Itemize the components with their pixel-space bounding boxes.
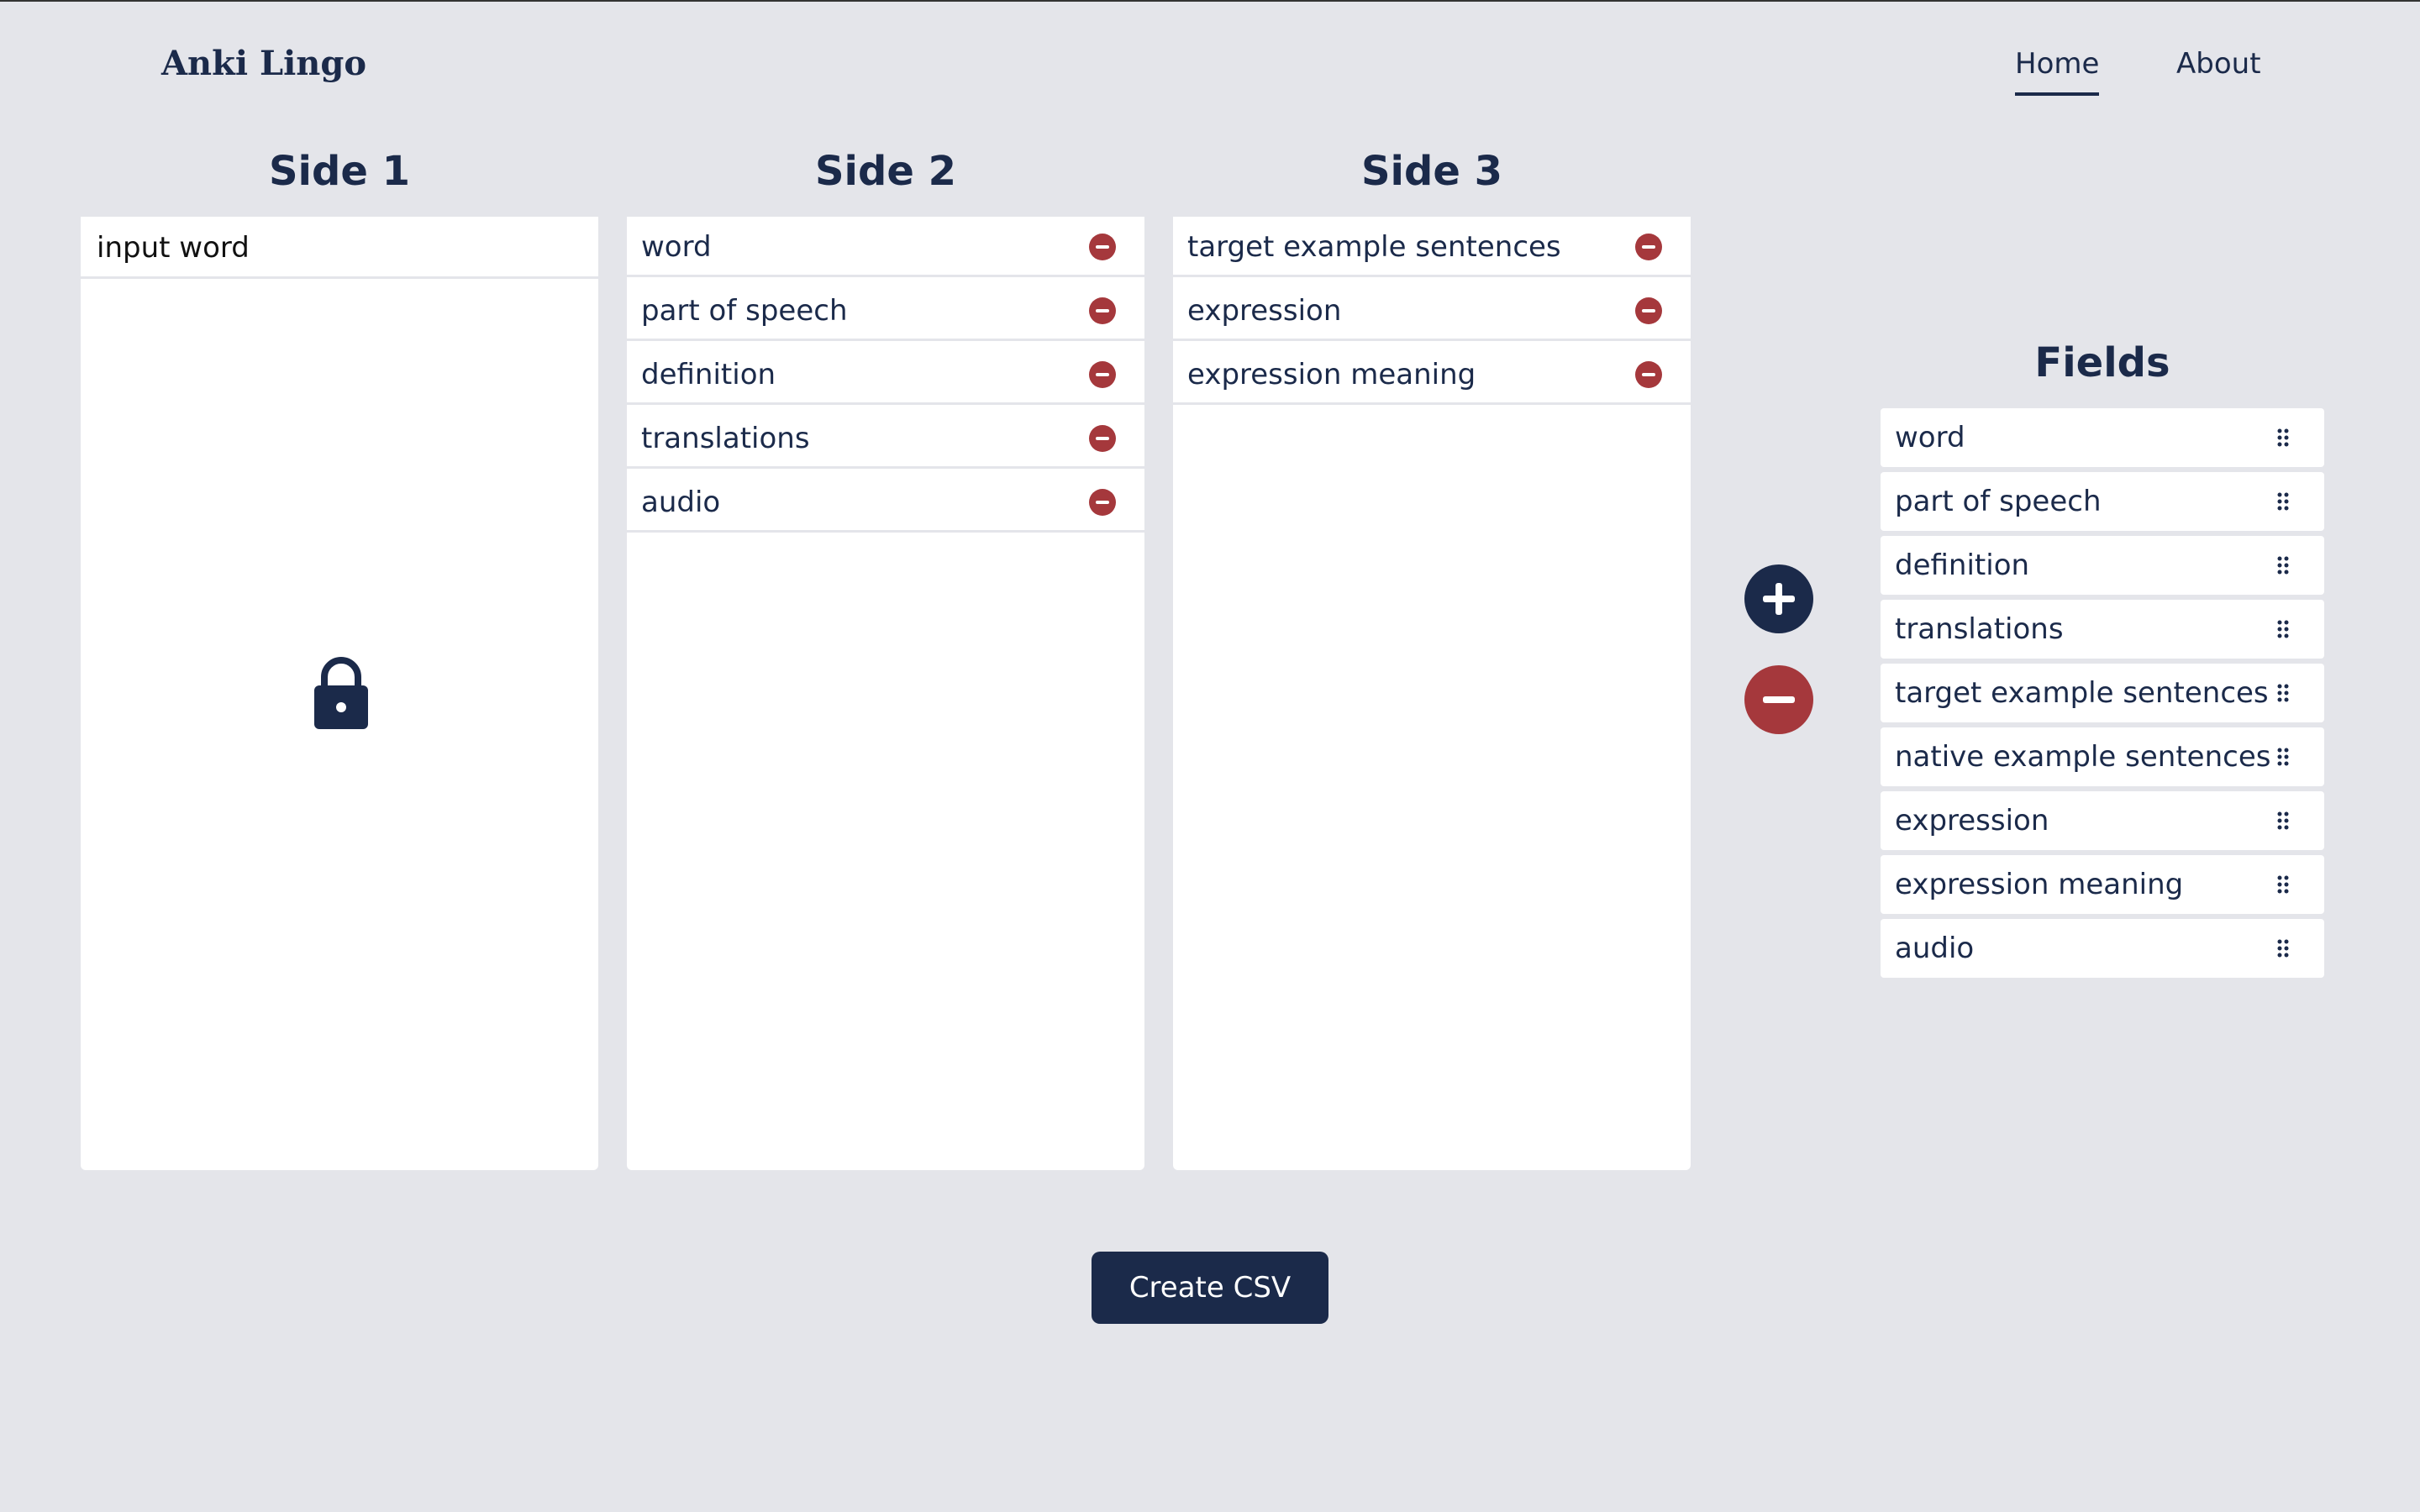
side-2-item-label: translations bbox=[641, 422, 810, 455]
field-item-label: audio bbox=[1895, 932, 1975, 965]
field-item[interactable]: part of speech bbox=[1881, 472, 2324, 531]
side-3-item-label: target example sentences bbox=[1187, 230, 1561, 264]
side-1-input-row bbox=[81, 217, 598, 279]
side-2-item-label: definition bbox=[641, 358, 776, 391]
side-2-item[interactable]: part of speech bbox=[627, 281, 1144, 341]
drag-handle-icon[interactable] bbox=[2277, 748, 2289, 766]
side-2-item-label: audio bbox=[641, 486, 721, 519]
drag-handle-icon[interactable] bbox=[2277, 492, 2289, 511]
side-2-item-label: word bbox=[641, 230, 712, 264]
minus-circle-icon[interactable] bbox=[1635, 361, 1662, 388]
side-3-item[interactable]: expression meaning bbox=[1173, 344, 1691, 405]
field-item-label: part of speech bbox=[1895, 485, 2102, 518]
field-item-label: expression bbox=[1895, 804, 2049, 837]
add-side-button[interactable] bbox=[1744, 564, 1813, 633]
side-3-title: Side 3 bbox=[1360, 148, 1503, 195]
remove-side-button[interactable] bbox=[1744, 665, 1813, 734]
minus-circle-icon[interactable] bbox=[1089, 234, 1116, 260]
field-item[interactable]: expression meaning bbox=[1881, 855, 2324, 914]
side-2-panel[interactable]: word part of speech definition translati… bbox=[627, 217, 1144, 1170]
minus-circle-icon[interactable] bbox=[1089, 425, 1116, 452]
side-3-item-label: expression meaning bbox=[1187, 358, 1476, 391]
fields-title: Fields bbox=[2034, 339, 2170, 386]
side-3-panel[interactable]: target example sentences expression expr… bbox=[1173, 217, 1691, 1170]
minus-circle-icon[interactable] bbox=[1635, 234, 1662, 260]
minus-circle-icon[interactable] bbox=[1635, 297, 1662, 324]
side-3-item[interactable]: target example sentences bbox=[1173, 217, 1691, 277]
drag-handle-icon[interactable] bbox=[2277, 428, 2289, 447]
field-item[interactable]: native example sentences bbox=[1881, 727, 2324, 786]
minus-circle-icon[interactable] bbox=[1089, 361, 1116, 388]
side-1-title: Side 1 bbox=[268, 148, 411, 195]
side-2-item[interactable]: word bbox=[627, 217, 1144, 277]
side-2-item[interactable]: audio bbox=[627, 472, 1144, 533]
field-item-label: native example sentences bbox=[1895, 740, 2271, 774]
side-2-item[interactable]: translations bbox=[627, 408, 1144, 469]
drag-handle-icon[interactable] bbox=[2277, 684, 2289, 702]
field-item[interactable]: definition bbox=[1881, 536, 2324, 595]
drag-handle-icon[interactable] bbox=[2277, 620, 2289, 638]
drag-handle-icon[interactable] bbox=[2277, 556, 2289, 575]
side-1-panel[interactable] bbox=[81, 217, 598, 1170]
drag-handle-icon[interactable] bbox=[2277, 939, 2289, 958]
drag-handle-icon[interactable] bbox=[2277, 875, 2289, 894]
top-border bbox=[0, 0, 2420, 2]
create-csv-button[interactable]: Create CSV bbox=[1092, 1252, 1328, 1324]
field-item[interactable]: audio bbox=[1881, 919, 2324, 978]
field-item-label: expression meaning bbox=[1895, 868, 2184, 901]
brand-logo[interactable]: Anki Lingo bbox=[161, 44, 366, 83]
lock-icon bbox=[314, 657, 368, 729]
nav-home-link[interactable]: Home bbox=[2015, 47, 2100, 96]
minus-circle-icon[interactable] bbox=[1089, 489, 1116, 516]
side-3-item-label: expression bbox=[1187, 294, 1342, 328]
field-item[interactable]: target example sentences bbox=[1881, 664, 2324, 722]
field-item-label: definition bbox=[1895, 549, 2030, 582]
side-3-item[interactable]: expression bbox=[1173, 281, 1691, 341]
drag-handle-icon[interactable] bbox=[2277, 811, 2289, 830]
field-item-label: word bbox=[1895, 421, 1965, 454]
field-item-label: target example sentences bbox=[1895, 676, 2269, 710]
field-item[interactable]: translations bbox=[1881, 600, 2324, 659]
field-item-label: translations bbox=[1895, 612, 2064, 646]
minus-circle-icon[interactable] bbox=[1089, 297, 1116, 324]
nav-about-link[interactable]: About bbox=[2176, 47, 2261, 81]
field-item[interactable]: expression bbox=[1881, 791, 2324, 850]
side-1-word-input[interactable] bbox=[95, 230, 586, 265]
side-2-item-label: part of speech bbox=[641, 294, 848, 328]
side-2-item[interactable]: definition bbox=[627, 344, 1144, 405]
field-item[interactable]: word bbox=[1881, 408, 2324, 467]
side-2-title: Side 2 bbox=[814, 148, 957, 195]
